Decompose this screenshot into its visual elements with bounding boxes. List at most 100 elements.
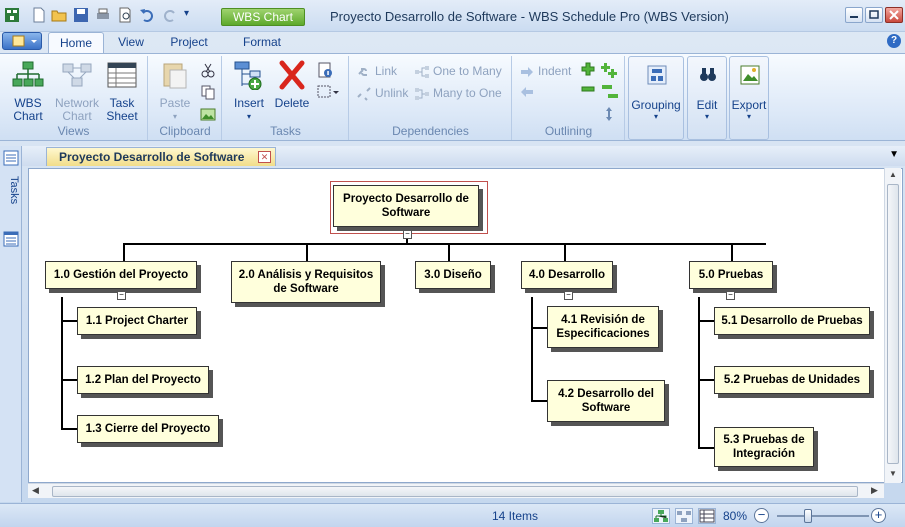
dependencies-group: Link Unlink One to Many Many to One Depe…	[350, 56, 512, 140]
move-arrows-icon[interactable]	[601, 106, 617, 122]
help-icon[interactable]: ?	[887, 34, 901, 48]
horizontal-scrollbar[interactable]: ◀ ▶	[28, 483, 884, 498]
scroll-right-icon[interactable]: ▶	[871, 485, 878, 496]
save-icon[interactable]	[73, 7, 89, 23]
wbs-node-5-0[interactable]: 5.0 Pruebas	[689, 261, 773, 289]
tab-home[interactable]: Home	[48, 32, 104, 54]
tab-format[interactable]: Format	[232, 32, 292, 54]
open-folder-icon[interactable]	[51, 7, 67, 23]
collapse-toggle-icon[interactable]: −	[117, 291, 126, 300]
outlining-group: Indent Outlining	[513, 56, 625, 140]
document-list-dropdown-icon[interactable]: ▼	[889, 149, 899, 160]
wbs-node-4-0[interactable]: 4.0 Desarrollo	[521, 261, 613, 289]
views-group: WBS Chart Network Chart Task Sheet Views	[0, 56, 148, 140]
export-image-icon	[740, 65, 760, 85]
collapse-minus-icon[interactable]	[581, 86, 595, 92]
delete-task-button[interactable]: Delete	[271, 60, 313, 110]
one-to-many-button[interactable]: One to Many	[414, 62, 502, 80]
many-to-one-label: Many to One	[433, 86, 502, 100]
unlink-button[interactable]: Unlink	[356, 84, 408, 102]
zoom-in-icon[interactable]: +	[871, 508, 886, 523]
tasks-panel-label[interactable]: Tasks	[2, 176, 20, 204]
wbs-node-root[interactable]: Proyecto Desarrollo de Software	[333, 185, 479, 227]
edit-button[interactable]: Edit ▾	[687, 56, 727, 140]
copy-picture-icon[interactable]	[200, 106, 216, 122]
wbs-node-5-2[interactable]: 5.2 Pruebas de Unidades	[714, 366, 870, 394]
redo-icon[interactable]	[162, 7, 178, 23]
wbs-node-2-0[interactable]: 2.0 Análisis y Requisitos de Software	[231, 261, 381, 303]
zoom-slider-track[interactable]	[777, 515, 869, 517]
wbs-node-5-3[interactable]: 5.3 Pruebas de Integración	[714, 427, 814, 467]
collapse-toggle-icon[interactable]: −	[564, 291, 573, 300]
wbs-node-4-2[interactable]: 4.2 Desarrollo del Software	[547, 380, 665, 422]
print-icon[interactable]	[95, 7, 111, 23]
print-preview-icon[interactable]	[117, 7, 133, 23]
copy-icon[interactable]	[200, 84, 216, 100]
wbs-node-1-1[interactable]: 1.1 Project Charter	[77, 307, 197, 335]
expand-plus-icon[interactable]	[581, 62, 595, 76]
edit-dropdown-icon: ▾	[704, 112, 709, 121]
horizontal-scroll-thumb[interactable]	[52, 486, 858, 497]
clipboard-group: Paste ▾ Clipboard	[149, 56, 222, 140]
close-button[interactable]	[885, 7, 903, 23]
network-chart-button[interactable]: Network Chart	[52, 60, 102, 123]
application-menu-button[interactable]	[2, 32, 42, 50]
expand-all-icon[interactable]	[601, 62, 617, 78]
link-button[interactable]: Link	[356, 62, 397, 80]
maximize-button[interactable]	[865, 7, 883, 23]
wbs-view-status-icon[interactable]	[652, 508, 670, 524]
document-tab-bar: Proyecto Desarrollo de Software ✕ ▼	[22, 146, 905, 166]
item-count: 14 Items	[492, 509, 539, 523]
task-info-icon[interactable]	[317, 62, 333, 78]
export-button[interactable]: Export ▾	[729, 56, 769, 140]
wbs-node-4-1[interactable]: 4.1 Revisión de Especificaciones	[547, 306, 659, 348]
vertical-scroll-thumb[interactable]	[887, 184, 899, 464]
wbs-node-3-0[interactable]: 3.0 Diseño	[415, 261, 491, 289]
document-tab[interactable]: Proyecto Desarrollo de Software ✕	[46, 147, 276, 166]
vertical-scrollbar[interactable]: ▲ ▼	[884, 168, 901, 483]
zoom-slider-thumb[interactable]	[804, 509, 812, 523]
network-chart-label: Network Chart	[54, 96, 99, 123]
many-to-one-button[interactable]: Many to One	[414, 84, 502, 102]
wbs-node-5-1[interactable]: 5.1 Desarrollo de Pruebas	[714, 307, 870, 335]
insert-label: Insert	[233, 96, 264, 110]
insert-task-button[interactable]: Insert ▾	[229, 60, 269, 123]
indent-button[interactable]: Indent	[519, 62, 571, 80]
insert-task-icon	[234, 61, 262, 91]
grouping-button[interactable]: Grouping ▾	[628, 56, 684, 140]
sheet-view-status-icon[interactable]	[698, 508, 716, 524]
scroll-left-icon[interactable]: ◀	[32, 485, 39, 496]
tab-view[interactable]: View	[109, 32, 153, 54]
wbs-chart-canvas[interactable]: Proyecto Desarrollo de Software − 1.0 Ge…	[28, 168, 903, 483]
collapse-all-icon[interactable]	[601, 82, 619, 104]
paste-label: Paste	[159, 96, 191, 110]
network-view-status-icon[interactable]	[675, 508, 693, 524]
outdent-arrow-icon[interactable]	[519, 84, 535, 100]
clipboard-group-label: Clipboard	[159, 124, 211, 138]
collapse-toggle-icon[interactable]: −	[403, 230, 412, 239]
wbs-chart-button[interactable]: WBS Chart	[6, 60, 50, 123]
wbs-node-1-2[interactable]: 1.2 Plan del Proyecto	[77, 366, 209, 394]
minimize-button[interactable]	[845, 7, 863, 23]
scroll-up-icon[interactable]: ▲	[889, 170, 897, 179]
task-list-icon[interactable]	[3, 231, 19, 247]
contextual-tab-wbs-chart[interactable]: WBS Chart	[221, 8, 305, 26]
cut-icon[interactable]	[200, 62, 216, 78]
wbs-chart-label: WBS Chart	[13, 96, 43, 123]
wbs-node-1-3[interactable]: 1.3 Cierre del Proyecto	[77, 415, 219, 443]
undo-icon[interactable]	[139, 7, 155, 23]
new-file-icon[interactable]	[31, 7, 47, 23]
task-pane-icon[interactable]	[3, 150, 19, 166]
wbs-node-1-0[interactable]: 1.0 Gestión del Proyecto	[45, 261, 197, 289]
paste-button[interactable]: Paste ▾	[153, 60, 197, 123]
scroll-down-icon[interactable]: ▼	[889, 469, 897, 478]
zoom-out-icon[interactable]: −	[754, 508, 769, 523]
paste-dropdown-icon: ▾	[172, 112, 177, 121]
select-dropdown-icon[interactable]	[317, 84, 339, 100]
qat-customize-icon[interactable]: ▾	[184, 8, 189, 19]
close-document-icon[interactable]: ✕	[258, 151, 271, 163]
collapse-toggle-icon[interactable]: −	[726, 291, 735, 300]
task-sheet-button[interactable]: Task Sheet	[100, 60, 144, 123]
tab-project[interactable]: Project	[160, 32, 218, 54]
title-bar: ▾ WBS Chart Proyecto Desarrollo de Softw…	[0, 0, 905, 32]
